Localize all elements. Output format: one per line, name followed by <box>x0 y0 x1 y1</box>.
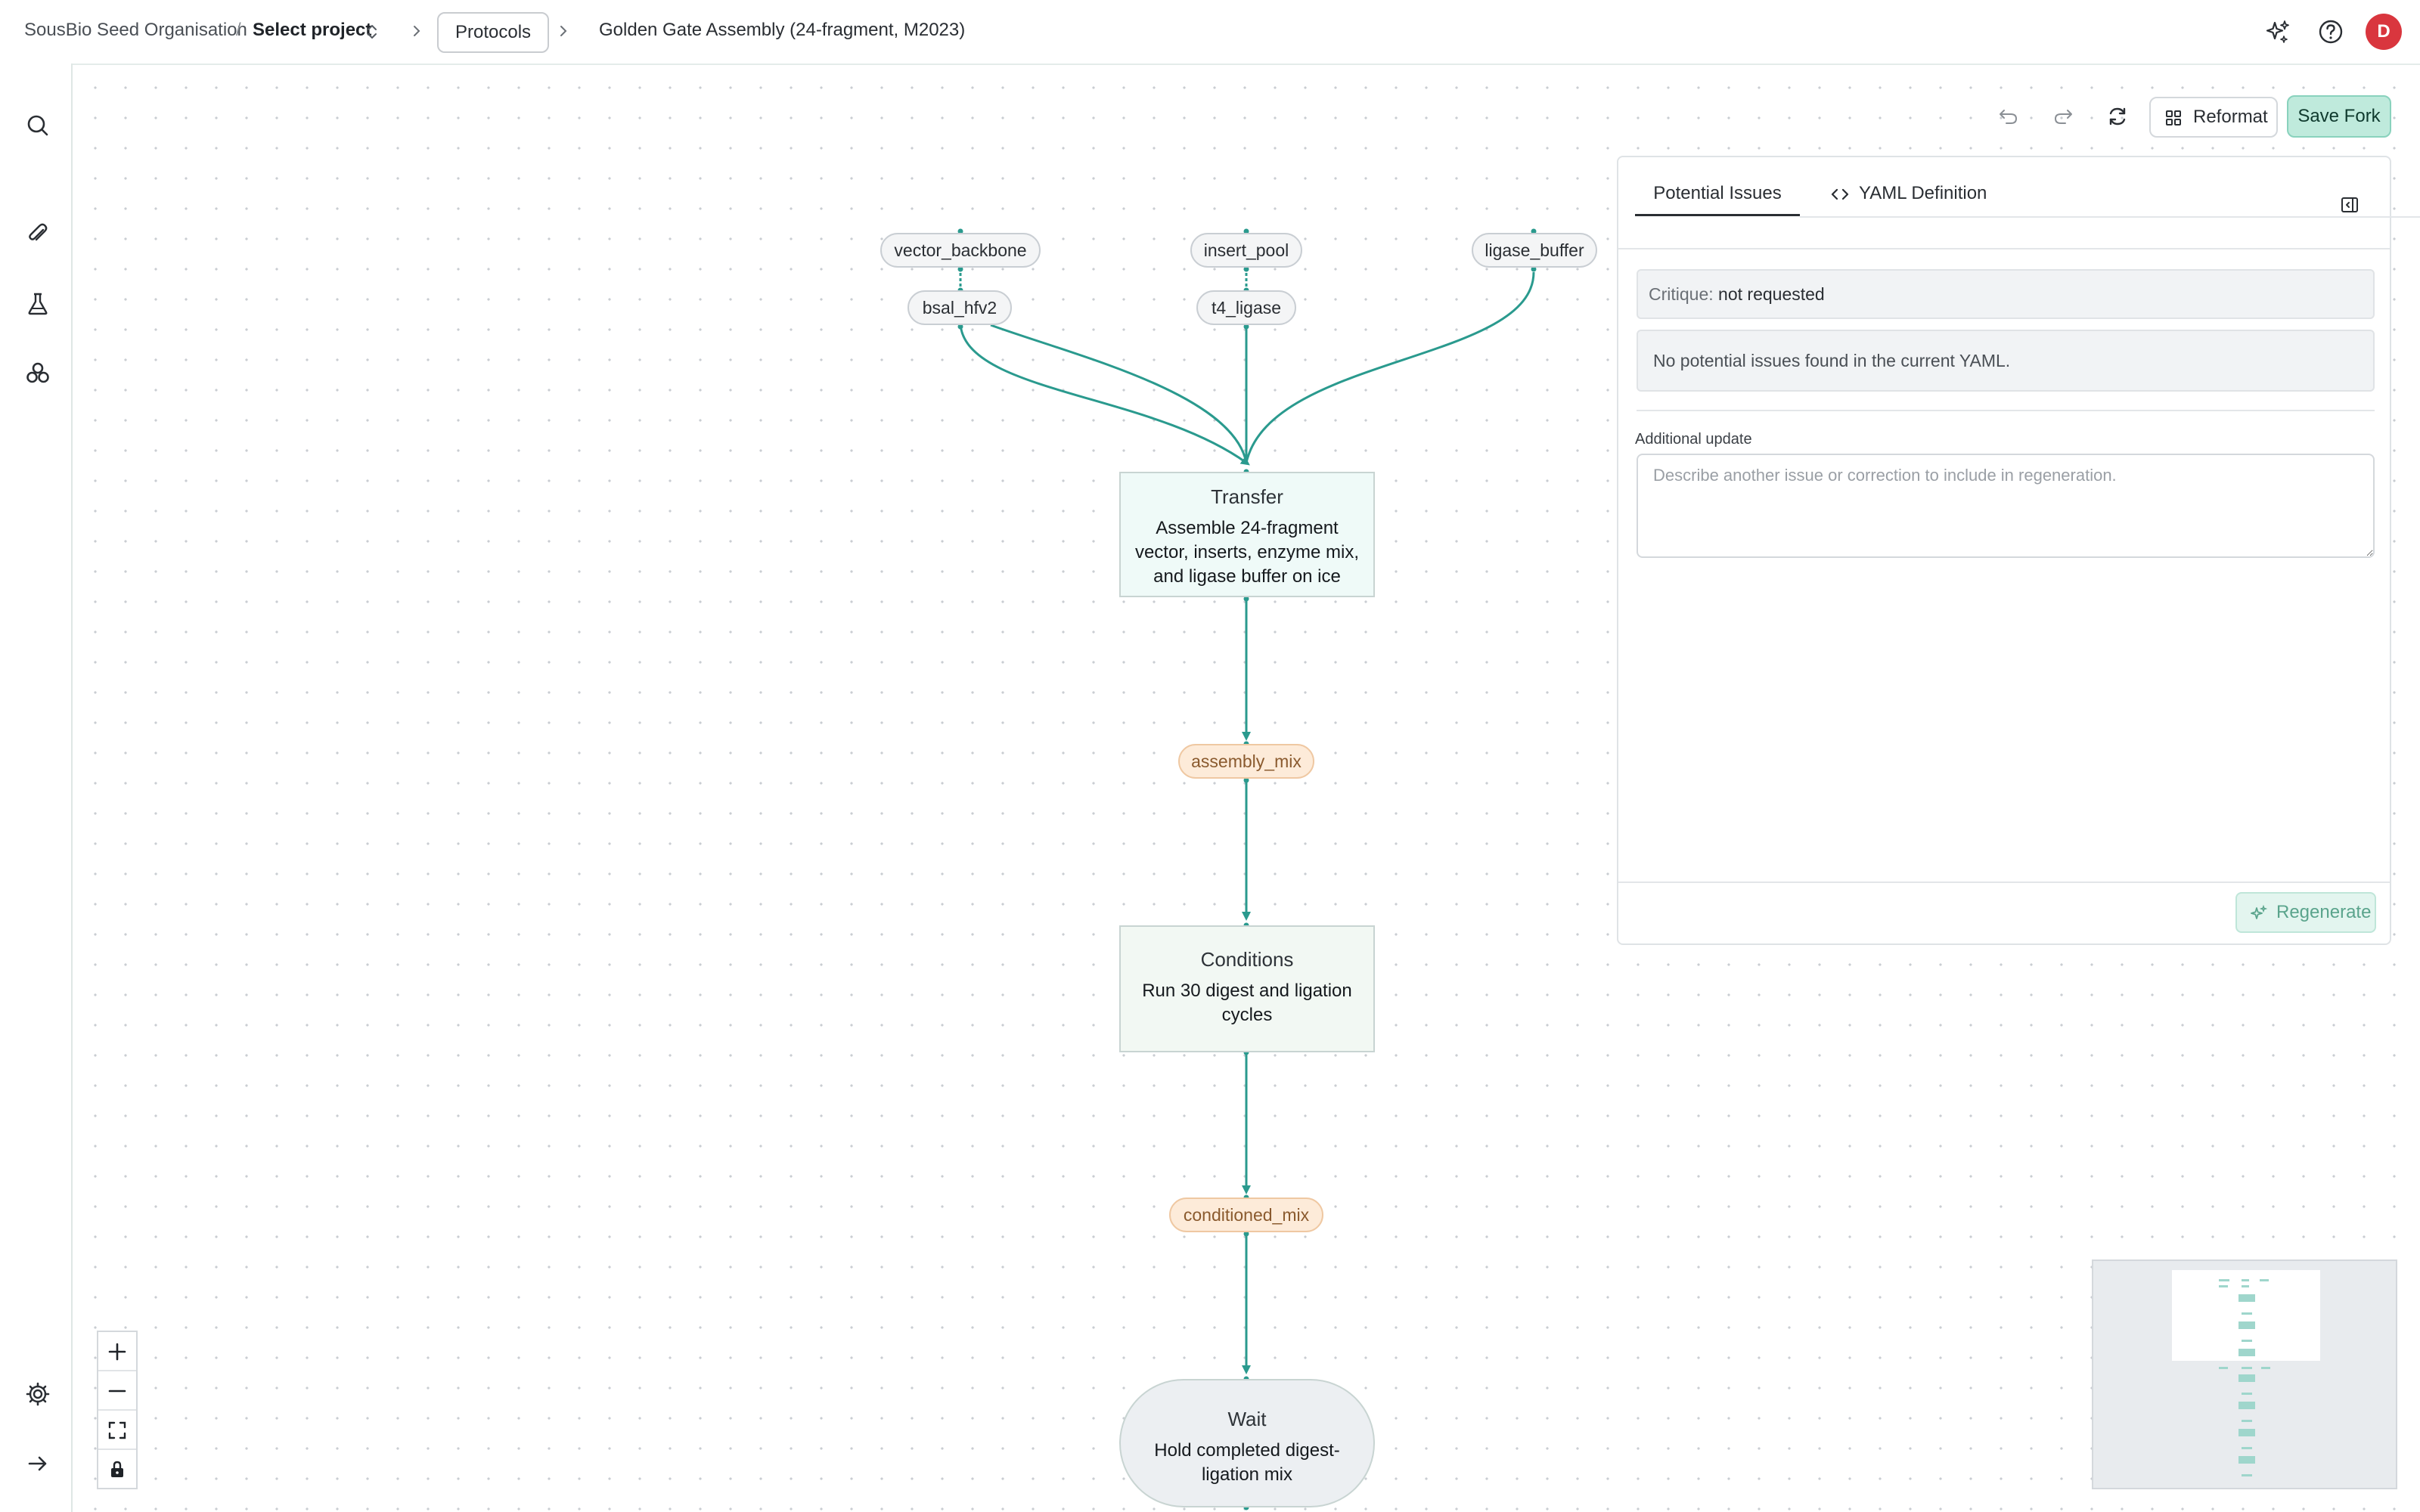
project-selector[interactable]: Select project <box>253 20 371 41</box>
minimap-node <box>2261 1367 2270 1369</box>
save-fork-button[interactable]: Save Fork <box>2287 95 2391 138</box>
input-insert-pool[interactable]: insert_pool <box>1190 233 1302 268</box>
minimap-node <box>2242 1340 2252 1342</box>
minimap-node <box>2242 1420 2252 1422</box>
node-description: Run 30 digest and ligation cycles <box>1142 981 1352 1025</box>
lock-icon <box>111 1461 123 1477</box>
output-assembly-mix[interactable]: assembly_mix <box>1178 744 1314 779</box>
critique-label: Critique: <box>1649 284 1714 304</box>
additional-update-label: Additional update <box>1635 431 1752 448</box>
regenerate-button[interactable]: Regenerate <box>2235 892 2376 933</box>
minimap-viewport[interactable] <box>2172 1270 2320 1361</box>
tab-potential-issues[interactable]: Potential Issues <box>1635 174 1800 216</box>
minimap-node <box>2260 1279 2269 1281</box>
reformat-label: Reformat <box>2193 107 2268 127</box>
node-type: Transfer <box>1211 485 1283 508</box>
plus-icon <box>108 1343 126 1361</box>
search-icon[interactable] <box>23 110 53 141</box>
conditions-node[interactable]: Conditions Run 30 digest and ligation cy… <box>1119 925 1375 1052</box>
regenerate-label: Regenerate <box>2276 902 2372 922</box>
reformat-button[interactable]: Reformat <box>2149 97 2278 138</box>
chevron-right-icon <box>560 26 567 36</box>
node-type: Wait <box>1227 1408 1267 1430</box>
minimap-node <box>2242 1447 2252 1449</box>
minimap-node <box>2242 1393 2252 1395</box>
tab-yaml-definition[interactable]: YAML Definition <box>1830 174 1996 216</box>
breadcrumb-separator: / <box>236 20 241 40</box>
minimap-node <box>2219 1279 2229 1281</box>
input-bsal-hfv2[interactable]: bsal_hfv2 <box>908 290 1012 325</box>
wait-node[interactable]: Wait Hold completed digest-ligation mix <box>1119 1379 1375 1507</box>
input-t4-ligase[interactable]: t4_ligase <box>1196 290 1296 325</box>
fit-view-button[interactable] <box>98 1411 136 1450</box>
protocol-title: Golden Gate Assembly (24-fragment, M2023… <box>599 20 966 40</box>
arrow-right-icon[interactable] <box>23 1448 53 1479</box>
minimap-node <box>2238 1349 2255 1356</box>
node-description: Assemble 24-fragment vector, inserts, en… <box>1134 518 1360 587</box>
issues-panel: Potential Issues YAML Definition Critiqu… <box>1617 156 2420 945</box>
zoom-controls <box>97 1331 138 1489</box>
critique-status: Critique: not requested <box>1637 269 2375 319</box>
minus-icon <box>108 1390 126 1393</box>
input-ligase-buffer[interactable]: ligase_buffer <box>1472 233 1597 268</box>
chevron-right-icon <box>414 26 420 36</box>
output-conditioned-mix[interactable]: conditioned_mix <box>1169 1198 1323 1232</box>
minimap-node <box>2242 1285 2249 1287</box>
avatar[interactable]: D <box>2366 14 2402 50</box>
minimap-node <box>2238 1321 2255 1329</box>
panel-divider <box>1637 410 2375 411</box>
minimap-node <box>2238 1402 2255 1409</box>
breadcrumb-organisation[interactable]: SousBio Seed Organisation <box>24 20 247 41</box>
minimap[interactable] <box>2092 1259 2397 1489</box>
code-icon <box>1831 188 1849 200</box>
zoom-in-button[interactable] <box>98 1332 136 1371</box>
minimap-node <box>2238 1294 2255 1302</box>
tab-label: YAML Definition <box>1859 183 1987 203</box>
left-rail <box>0 64 73 1512</box>
input-vector-backbone[interactable]: vector_backbone <box>880 233 1041 268</box>
minimap-node <box>2219 1367 2228 1369</box>
minimap-node <box>2242 1312 2252 1315</box>
tabs-underline <box>1800 216 2420 218</box>
flask-icon[interactable] <box>23 289 53 319</box>
collapse-panel-icon[interactable] <box>2338 194 2361 216</box>
zoom-out-button[interactable] <box>98 1371 136 1411</box>
workflow-icon[interactable] <box>23 358 53 389</box>
minimap-node <box>2242 1367 2252 1369</box>
panel-footer-divider <box>1618 881 2390 883</box>
grid-icon <box>2166 110 2181 125</box>
undo-icon[interactable] <box>1995 103 2022 130</box>
panel-header-divider <box>1618 248 2390 249</box>
top-bar: SousBio Seed Organisation / Select proje… <box>0 0 2420 64</box>
critique-value: not requested <box>1718 284 1825 304</box>
refresh-icon[interactable] <box>2104 103 2131 130</box>
redo-icon[interactable] <box>2049 103 2077 130</box>
help-icon[interactable] <box>2316 17 2346 47</box>
fullscreen-icon <box>108 1421 126 1439</box>
minimap-node <box>2242 1474 2252 1476</box>
lock-button[interactable] <box>98 1450 136 1489</box>
node-description: Hold completed digest-ligation mix <box>1154 1440 1340 1485</box>
gear-icon[interactable] <box>23 1379 53 1409</box>
no-issues-message: No potential issues found in the current… <box>1637 330 2375 392</box>
breadcrumb-protocols[interactable]: Protocols <box>437 12 550 53</box>
sparkles-icon <box>2251 904 2268 919</box>
paperclip-icon[interactable] <box>23 219 53 249</box>
transfer-node[interactable]: Transfer Assemble 24-fragment vector, in… <box>1119 472 1375 597</box>
additional-update-input[interactable] <box>1637 454 2375 558</box>
minimap-node <box>2219 1285 2228 1287</box>
minimap-node <box>2238 1374 2255 1382</box>
sparkles-icon[interactable] <box>2263 17 2293 47</box>
minimap-node <box>2242 1279 2249 1281</box>
minimap-node <box>2238 1429 2255 1436</box>
chevron-updown-icon[interactable] <box>363 21 381 42</box>
minimap-node <box>2238 1456 2255 1464</box>
node-type: Conditions <box>1200 948 1294 971</box>
